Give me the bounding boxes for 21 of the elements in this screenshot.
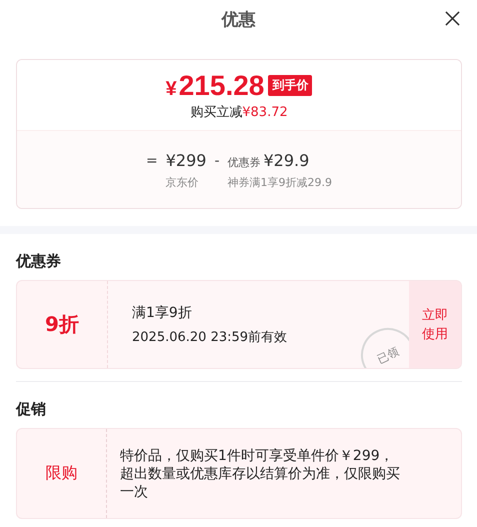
coupon-validity: 2025.06.20 23:59前有效 (132, 328, 288, 346)
saving-label: 购买立减 (190, 104, 242, 120)
final-price: ¥215.28 (166, 70, 264, 102)
amount-caption: 京东价 (166, 175, 199, 190)
operator-sign: = (146, 153, 158, 169)
coupon-value: 9折 (45, 311, 79, 338)
promotion-tag: 限购 (46, 463, 78, 484)
coupon-condition: 满1享9折 (132, 304, 193, 322)
sheet-title: 优惠 (222, 8, 256, 30)
use-now-button[interactable]: 立即使用 (409, 281, 461, 368)
close-icon[interactable] (445, 11, 460, 26)
amount-value: ¥29.9 (264, 151, 310, 170)
section-heading: 促销 (16, 400, 47, 419)
section-heading: 优惠券 (16, 252, 62, 271)
amount-value: ¥299 (166, 151, 206, 170)
amount-prefix: 优惠券 (228, 155, 260, 170)
promotion-description: 特价品，仅购买1件时可享受单件价￥299，超出数量或优惠库存以结算价为准，仅限购买一次 (120, 446, 401, 500)
operator-sign: - (214, 153, 220, 169)
saving-amount: ¥83.72 (242, 104, 288, 120)
final-price-tag: 到手价 (268, 75, 312, 96)
amount-caption: 神券满1享9折减29.9 (228, 175, 332, 190)
